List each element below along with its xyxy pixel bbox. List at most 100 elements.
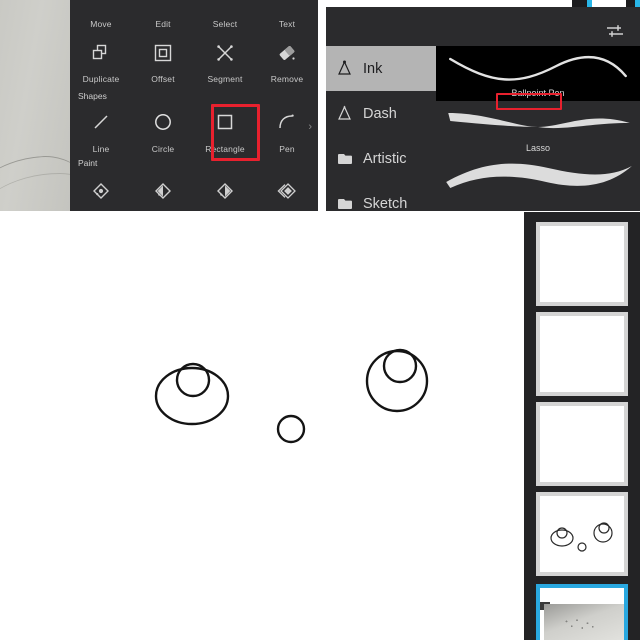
tools-top-icon-row xyxy=(70,37,318,67)
shape-line-button[interactable] xyxy=(70,106,132,136)
brush-stroke-preview-third xyxy=(446,163,632,188)
panel-separator xyxy=(318,0,326,211)
circle-icon xyxy=(151,108,175,136)
shape-rectangle-label: Rectangle xyxy=(205,144,245,154)
filmstrip-frame-3-paper xyxy=(540,406,624,482)
frame-filmstrip xyxy=(524,212,640,640)
brush-item-lasso[interactable]: Lasso xyxy=(436,101,640,156)
brush-category-sketch-label: Sketch xyxy=(363,195,408,212)
rectangle-icon xyxy=(214,108,236,136)
shape-line-label: Line xyxy=(92,144,110,154)
tool-select-label: Select xyxy=(212,19,238,29)
topbar-tab-b-indicator xyxy=(635,0,640,7)
filmstrip-frame-1-paper xyxy=(540,226,624,302)
shape-rectangle[interactable]: Rectangle xyxy=(194,142,256,155)
tools-top-subname-row: Duplicate Offset Segment Remove xyxy=(70,72,318,85)
tool-duplicate[interactable]: Duplicate xyxy=(70,72,132,85)
tool-segment-button[interactable] xyxy=(194,37,256,67)
filmstrip-frame-5[interactable] xyxy=(536,584,628,640)
filmstrip-frame-4[interactable] xyxy=(536,492,628,576)
shape-pen[interactable]: Pen xyxy=(256,142,318,155)
brush-category-ink[interactable]: Ink xyxy=(326,46,436,91)
paint-fill-gradient-button[interactable] xyxy=(194,175,256,205)
paint-layers-icon xyxy=(275,177,299,205)
brush-stroke-preview-ballpoint xyxy=(449,55,627,81)
tool-move[interactable]: Move xyxy=(70,17,132,30)
small-circle-right xyxy=(382,348,418,384)
tool-remove[interactable]: Remove xyxy=(256,72,318,85)
tool-edit[interactable]: Edit xyxy=(132,17,194,30)
paint-layers-button[interactable] xyxy=(256,175,318,205)
brush-category-artistic[interactable]: Artistic xyxy=(326,136,436,181)
paint-icon-row xyxy=(70,175,318,205)
shape-circle[interactable]: Circle xyxy=(132,142,194,155)
brush-category-artistic-label: Artistic xyxy=(363,150,407,167)
shape-line[interactable]: Line xyxy=(70,142,132,155)
offset-icon xyxy=(152,39,174,67)
shapes-icon-row xyxy=(70,106,318,136)
topbar-tab-a-indicator xyxy=(587,0,592,7)
shape-circle-button[interactable] xyxy=(132,106,194,136)
tool-edit-label: Edit xyxy=(155,19,171,29)
paint-section-header: Paint xyxy=(78,158,98,168)
ink-nib-icon xyxy=(336,59,353,78)
paint-fill-half-icon xyxy=(151,177,175,205)
filmstrip-frame-2-paper xyxy=(540,316,624,392)
filmstrip-frame-4-paper xyxy=(540,496,624,572)
tool-segment[interactable]: Segment xyxy=(194,72,256,85)
pen-curve-icon xyxy=(276,108,298,136)
segment-icon xyxy=(214,39,236,67)
tool-segment-label: Segment xyxy=(207,74,243,84)
filmstrip-frame-3[interactable] xyxy=(536,402,628,486)
background-photo xyxy=(0,0,70,211)
tool-remove-button[interactable] xyxy=(256,37,318,67)
paint-fill-light-button[interactable] xyxy=(70,175,132,205)
tools-top-label-row: Move Edit Select Text xyxy=(70,17,318,30)
tool-offset[interactable]: Offset xyxy=(132,72,194,85)
filmstrip-frame-1[interactable] xyxy=(536,222,628,306)
tool-offset-button[interactable] xyxy=(132,37,194,67)
sliders-icon[interactable] xyxy=(604,22,626,40)
filmstrip-frame-5-photo xyxy=(544,604,624,640)
brush-panel-topbar xyxy=(326,0,640,7)
tool-duplicate-label: Duplicate xyxy=(82,74,120,84)
dash-nib-icon xyxy=(336,104,353,123)
topbar-tab-b[interactable] xyxy=(626,0,640,7)
tool-select[interactable]: Select xyxy=(194,17,256,30)
brush-category-dash[interactable]: Dash xyxy=(326,91,436,136)
brush-body: Ink Dash Artistic Sketch Ballpoint Pen L… xyxy=(326,46,640,212)
app-root: Move Edit Select Text Duplicate Offset S… xyxy=(0,0,640,640)
topbar-tab-a[interactable] xyxy=(572,0,592,7)
paint-fill-half-button[interactable] xyxy=(132,175,194,205)
shapes-section-header: Shapes xyxy=(78,91,107,101)
brush-stroke-preview-lasso xyxy=(448,113,630,129)
paint-fill-gradient-icon xyxy=(213,177,237,205)
remove-eraser-icon xyxy=(276,39,298,67)
filmstrip-frame-5-paper xyxy=(540,588,624,640)
brush-category-list: Ink Dash Artistic Sketch xyxy=(326,46,436,212)
brush-item-third[interactable] xyxy=(436,156,640,211)
brush-list: Ballpoint Pen Lasso xyxy=(436,46,640,211)
shapes-name-row: Line Circle Rectangle Pen xyxy=(70,142,318,155)
shape-pen-label: Pen xyxy=(279,144,295,154)
brush-item-ballpoint-pen-label: Ballpoint Pen xyxy=(511,88,565,98)
brush-item-lasso-label: Lasso xyxy=(525,143,551,153)
line-icon xyxy=(90,108,112,136)
chevron-right-icon[interactable]: › xyxy=(308,122,312,133)
tool-offset-label: Offset xyxy=(151,74,175,84)
tool-duplicate-button[interactable] xyxy=(70,37,132,67)
filmstrip-frame-4-thumb-shapes xyxy=(550,522,613,552)
tool-move-label: Move xyxy=(90,19,112,29)
tool-remove-label: Remove xyxy=(270,74,304,84)
tool-text[interactable]: Text xyxy=(256,17,318,30)
paint-fill-light-icon xyxy=(89,177,113,205)
tool-text-label: Text xyxy=(278,19,296,29)
shape-circle-label: Circle xyxy=(151,144,175,154)
artistic-cup-icon xyxy=(336,149,353,168)
filmstrip-frame-2[interactable] xyxy=(536,312,628,396)
duplicate-icon xyxy=(90,39,112,67)
brush-panel: Ink Dash Artistic Sketch Ballpoint Pen L… xyxy=(326,0,640,212)
shape-rectangle-button[interactable] xyxy=(194,106,256,136)
brush-category-dash-label: Dash xyxy=(363,105,397,122)
brush-item-ballpoint-pen[interactable]: Ballpoint Pen xyxy=(436,46,640,101)
